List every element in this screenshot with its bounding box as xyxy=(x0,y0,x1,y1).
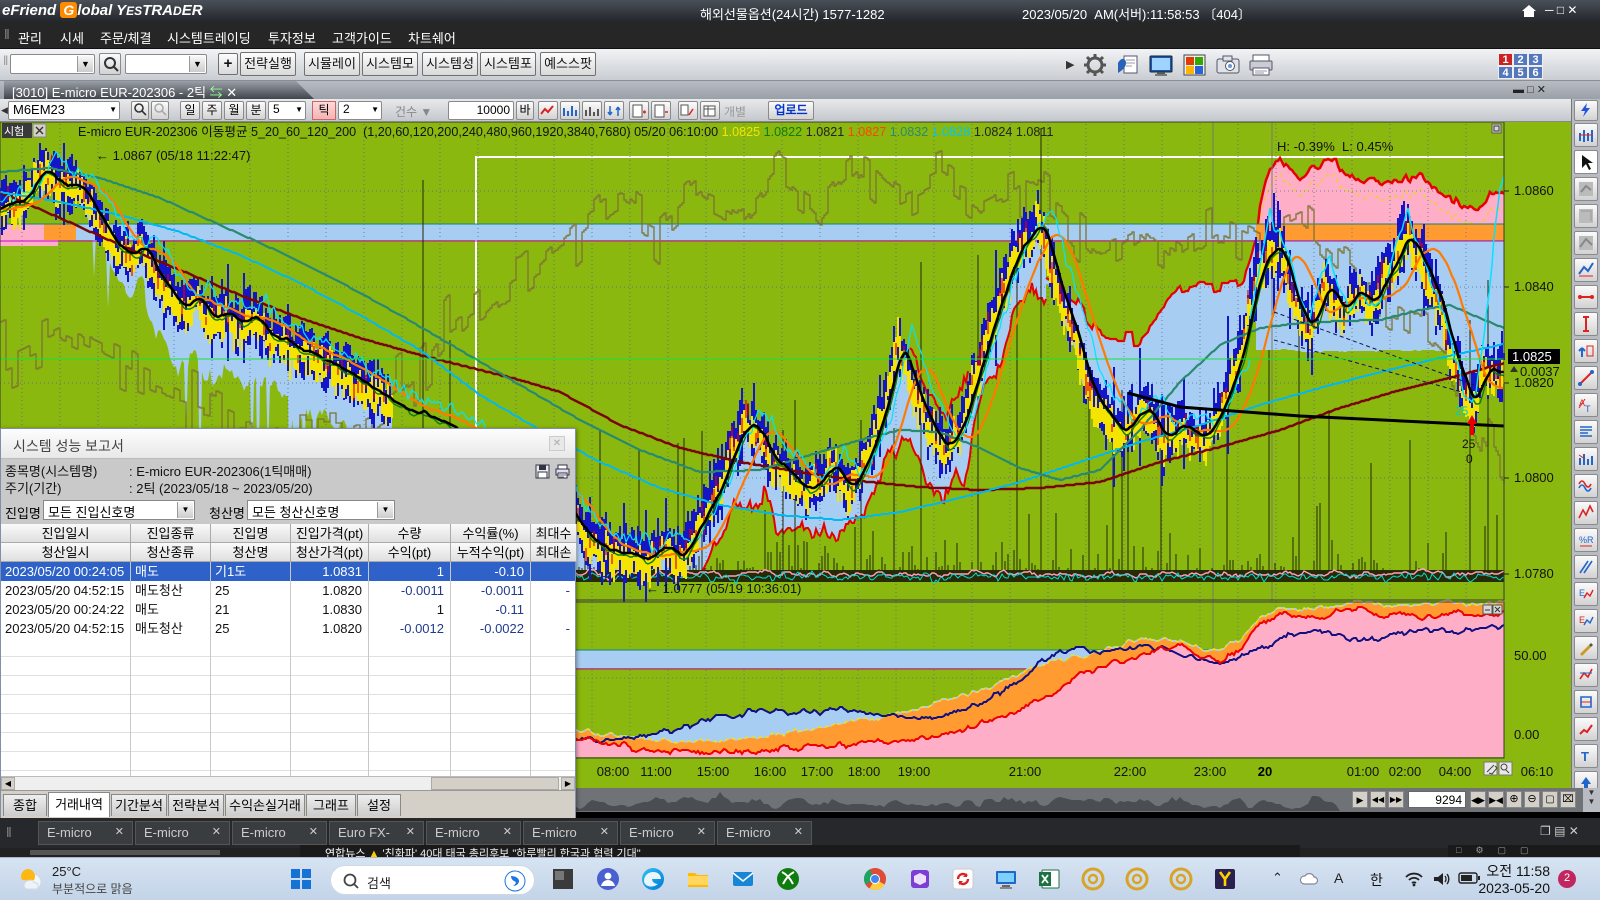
svg-text:T: T xyxy=(1585,404,1591,414)
svg-text:1.0800: 1.0800 xyxy=(1514,470,1554,485)
svg-text:1.0780: 1.0780 xyxy=(1514,566,1554,581)
svg-text:25: 25 xyxy=(1455,404,1469,418)
svg-text:02:00: 02:00 xyxy=(1389,764,1422,779)
svg-text:0: 0 xyxy=(1466,452,1473,466)
svg-text:25: 25 xyxy=(1462,437,1476,451)
svg-text:1.0860: 1.0860 xyxy=(1514,183,1554,198)
svg-text:08:00: 08:00 xyxy=(597,764,630,779)
svg-text:19:00: 19:00 xyxy=(898,764,931,779)
svg-text:22:00: 22:00 xyxy=(1114,764,1147,779)
svg-text:18:00: 18:00 xyxy=(848,764,881,779)
svg-text:15:00: 15:00 xyxy=(697,764,730,779)
svg-text:01:00: 01:00 xyxy=(1347,764,1380,779)
svg-text:1.0825: 1.0825 xyxy=(1512,349,1552,364)
svg-text:20: 20 xyxy=(1258,764,1272,779)
svg-text:0.0037: 0.0037 xyxy=(1520,364,1560,379)
svg-text:시험: 시험 xyxy=(4,125,24,138)
svg-text:06:10: 06:10 xyxy=(1521,764,1554,779)
svg-text:E-micro EUR-202306 이동평균 5_20_6: E-micro EUR-202306 이동평균 5_20_60_120_200 … xyxy=(78,125,1053,139)
svg-text:11:00: 11:00 xyxy=(640,764,672,779)
svg-text:16:00: 16:00 xyxy=(754,764,787,779)
svg-text:04:00: 04:00 xyxy=(1439,764,1472,779)
svg-text:50.00: 50.00 xyxy=(1514,648,1547,663)
svg-text:T: T xyxy=(1581,749,1589,764)
svg-text:1.0840: 1.0840 xyxy=(1514,279,1554,294)
svg-text:23:00: 23:00 xyxy=(1194,764,1227,779)
svg-text:0.00: 0.00 xyxy=(1514,727,1539,742)
svg-text:H: -0.39% L: 0.45%: H: -0.39% L: 0.45% xyxy=(1277,139,1394,154)
svg-text:21:00: 21:00 xyxy=(1009,764,1042,779)
svg-text:%R: %R xyxy=(1579,535,1594,545)
svg-text:← 1.0867 (05/18 11:22:47): ← 1.0867 (05/18 11:22:47) xyxy=(96,148,250,163)
svg-text:17:00: 17:00 xyxy=(801,764,834,779)
svg-text:← 1.0777 (05/19 10:36:01): ← 1.0777 (05/19 10:36:01) xyxy=(646,581,801,596)
